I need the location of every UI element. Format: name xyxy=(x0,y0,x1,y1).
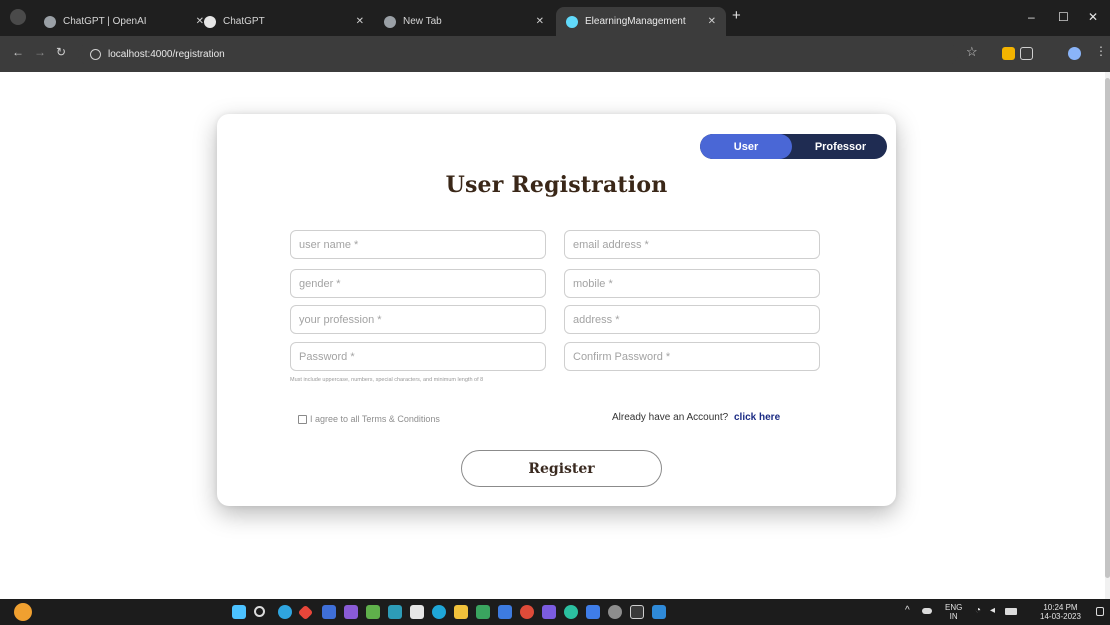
chrome-icon[interactable] xyxy=(520,605,534,619)
tab-label: New Tab xyxy=(403,16,442,27)
have-account-text: Already have an Account? xyxy=(612,412,729,423)
edge-browser-icon[interactable] xyxy=(432,605,446,619)
extension-icon[interactable] xyxy=(1002,47,1015,60)
minimize-button[interactable]: – xyxy=(1028,10,1035,24)
tab-elearning-management[interactable]: ElearningManagement ✕ xyxy=(556,7,726,36)
tab-chatgpt-openai[interactable]: ChatGPT | OpenAI ✕ xyxy=(34,7,214,36)
chatgpt-favicon-icon xyxy=(44,15,56,28)
language-sub: IN xyxy=(949,612,958,621)
profile-avatar-icon[interactable] xyxy=(1068,47,1081,60)
settings-gear-icon[interactable] xyxy=(608,605,622,619)
app-blue-icon[interactable] xyxy=(586,605,600,619)
profession-input[interactable] xyxy=(290,305,546,334)
chatgpt-favicon-icon xyxy=(204,15,216,28)
tab-label: ChatGPT xyxy=(223,16,265,27)
login-link[interactable]: click here xyxy=(734,412,780,423)
tab-chatgpt[interactable]: ChatGPT ✕ xyxy=(194,7,374,36)
globe-icon xyxy=(384,15,396,28)
checkbox-icon[interactable] xyxy=(298,414,307,424)
tab-new-tab[interactable]: New Tab ✕ xyxy=(374,7,554,36)
back-arrow-icon[interactable]: ← xyxy=(12,45,24,59)
app-green-icon[interactable] xyxy=(366,605,380,619)
browser-toolbar: ← → ↻ localhost:4000/registration ☆ ⋮ xyxy=(0,36,1110,72)
password-input[interactable] xyxy=(290,342,546,371)
tab-close-icon[interactable]: ✕ xyxy=(356,16,364,27)
clock[interactable]: 10:24 PM 14-03-2023 xyxy=(1040,603,1081,621)
page-title: User Registration xyxy=(445,172,668,198)
browser-tabstrip: ChatGPT | OpenAI ✕ ChatGPT ✕ New Tab ✕ E… xyxy=(0,0,1110,36)
app-blue-square-icon[interactable] xyxy=(410,605,424,619)
app-teal-icon[interactable] xyxy=(388,605,402,619)
gender-input[interactable] xyxy=(290,269,546,298)
app-cyan-icon[interactable] xyxy=(564,605,578,619)
terminal-icon[interactable] xyxy=(630,605,644,619)
user-name-input[interactable] xyxy=(290,230,546,259)
confirm-password-input[interactable] xyxy=(564,342,820,371)
close-window-button[interactable]: ✕ xyxy=(1088,10,1098,24)
bookmark-star-icon[interactable]: ☆ xyxy=(966,44,978,60)
mobile-input[interactable] xyxy=(564,269,820,298)
address-input[interactable] xyxy=(564,305,820,334)
search-icon[interactable] xyxy=(254,606,265,617)
language-code: ENG xyxy=(945,603,963,612)
page-scrollbar[interactable] xyxy=(1105,72,1110,599)
forward-arrow-icon[interactable]: → xyxy=(34,45,46,59)
browser-menu-icon[interactable]: ⋮ xyxy=(1095,44,1107,58)
language-indicator[interactable]: ENG IN xyxy=(945,603,962,621)
tab-search-icon[interactable] xyxy=(10,9,26,25)
start-windows-icon[interactable] xyxy=(232,605,246,619)
site-info-icon[interactable] xyxy=(90,48,101,60)
vscode-icon[interactable] xyxy=(652,605,666,619)
tab-close-icon[interactable]: ✕ xyxy=(708,16,716,27)
tab-label: ChatGPT | OpenAI xyxy=(63,16,147,27)
role-toggle[interactable]: User Professor xyxy=(700,134,887,159)
extensions-puzzle-icon[interactable] xyxy=(1020,47,1033,60)
tab-close-icon[interactable]: ✕ xyxy=(536,16,544,27)
onedrive-icon[interactable] xyxy=(922,608,932,614)
app-violet-icon[interactable] xyxy=(542,605,556,619)
url-text: localhost:4000/registration xyxy=(108,48,225,60)
app-store-icon[interactable] xyxy=(498,605,512,619)
app-m-icon[interactable] xyxy=(322,605,336,619)
app-red-icon[interactable] xyxy=(297,604,314,621)
password-hint: Must include uppercase, numbers, special… xyxy=(290,377,484,383)
battery-icon[interactable] xyxy=(1005,608,1017,615)
toggle-user-option[interactable]: User xyxy=(700,134,792,159)
tab-label: ElearningManagement xyxy=(585,16,686,27)
edge-icon[interactable] xyxy=(278,605,292,619)
wifi-icon[interactable]: ◔ xyxy=(975,606,981,616)
address-bar[interactable]: localhost:4000/registration xyxy=(78,43,958,65)
file-explorer-icon[interactable] xyxy=(454,605,468,619)
terms-checkbox[interactable]: I agree to all Terms & Conditions xyxy=(298,414,440,424)
os-taskbar: ^ ENG IN ◔ ◂ 10:24 PM 14-03-2023 xyxy=(0,599,1110,625)
register-button[interactable]: Register xyxy=(461,450,662,487)
app-purple-icon[interactable] xyxy=(344,605,358,619)
volume-icon[interactable]: ◂ xyxy=(990,606,995,616)
clock-date: 14-03-2023 xyxy=(1040,612,1081,621)
tray-chevron-icon[interactable]: ^ xyxy=(905,606,910,616)
registration-card: User Professor User Registration Must in… xyxy=(217,114,896,506)
reload-icon[interactable]: ↻ xyxy=(56,45,66,59)
clock-time: 10:24 PM xyxy=(1043,603,1078,612)
toggle-professor-option[interactable]: Professor xyxy=(794,134,887,159)
weather-widget-icon[interactable] xyxy=(14,603,32,621)
notification-icon[interactable] xyxy=(1096,607,1104,616)
scrollbar-thumb[interactable] xyxy=(1105,78,1110,578)
react-favicon-icon xyxy=(566,15,578,28)
new-tab-button[interactable]: + xyxy=(732,7,741,24)
login-prompt: Already have an Account? click here xyxy=(612,412,780,423)
terms-label: I agree to all Terms & Conditions xyxy=(310,414,440,424)
maximize-button[interactable]: ☐ xyxy=(1058,10,1069,24)
email-input[interactable] xyxy=(564,230,820,259)
app-green2-icon[interactable] xyxy=(476,605,490,619)
